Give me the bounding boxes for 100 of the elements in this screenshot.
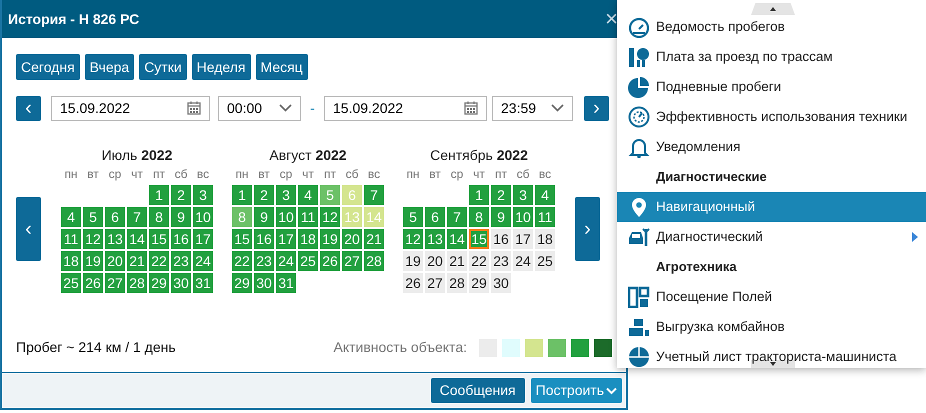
calendar-day[interactable]: 3 — [193, 185, 213, 205]
calendar-day[interactable]: 30 — [491, 273, 511, 293]
calendar-day[interactable]: 12 — [83, 229, 103, 249]
menu-item[interactable]: Уведомления — [617, 132, 926, 162]
calendar-day[interactable]: 6 — [425, 207, 445, 227]
calendar-day[interactable]: 11 — [298, 207, 318, 227]
calendar-day[interactable]: 8 — [232, 207, 252, 227]
period-button[interactable]: Сегодня — [16, 54, 80, 80]
calendar-day[interactable]: 5 — [403, 207, 423, 227]
calendar-day[interactable]: 27 — [342, 251, 362, 271]
calendar-day[interactable]: 31 — [276, 273, 296, 293]
calendar-day[interactable]: 8 — [469, 207, 489, 227]
chevron-down-icon[interactable] — [551, 104, 564, 112]
calendar-day[interactable]: 6 — [105, 207, 125, 227]
calendar-day[interactable]: 16 — [254, 229, 274, 249]
calendar-day[interactable]: 12 — [320, 207, 340, 227]
calendar-day[interactable]: 25 — [535, 251, 555, 271]
calendar-day[interactable]: 28 — [127, 273, 147, 293]
calendar-day[interactable]: 25 — [61, 273, 81, 293]
calendar-day[interactable]: 9 — [491, 207, 511, 227]
chevron-down-icon[interactable] — [279, 104, 292, 112]
menu-item[interactable]: Ведомость пробегов — [617, 12, 926, 42]
calendar-day[interactable]: 5 — [320, 185, 340, 205]
calendar-day[interactable]: 29 — [232, 273, 252, 293]
calendar-day[interactable]: 19 — [83, 251, 103, 271]
period-button[interactable]: Месяц — [256, 54, 308, 80]
calendar-day[interactable]: 26 — [320, 251, 340, 271]
calendar-day[interactable]: 22 — [149, 251, 169, 271]
calendar-day[interactable]: 4 — [61, 207, 81, 227]
calendar-day[interactable]: 15 — [469, 229, 489, 249]
calendar-day[interactable]: 1 — [232, 185, 252, 205]
menu-item[interactable]: Навигационный — [617, 192, 926, 222]
calendar-day[interactable]: 22 — [469, 251, 489, 271]
calendar-icon[interactable] — [187, 101, 201, 115]
menu-item[interactable]: Плата за проезд по трассам — [617, 42, 926, 72]
menu-item[interactable]: Посещение Полей — [617, 282, 926, 312]
calendar-day[interactable]: 21 — [127, 251, 147, 271]
calendar-day[interactable]: 17 — [513, 229, 533, 249]
calendar-day[interactable]: 11 — [535, 207, 555, 227]
calendar-day[interactable]: 27 — [425, 273, 445, 293]
calendar-day[interactable]: 21 — [364, 229, 384, 249]
calendar-day[interactable]: 20 — [105, 251, 125, 271]
next-month-button[interactable]: › — [575, 197, 600, 261]
menu-item[interactable]: Диагностический — [617, 222, 926, 252]
messages-button[interactable]: Сообщения — [430, 378, 525, 403]
calendar-day[interactable]: 16 — [171, 229, 191, 249]
calendar-day[interactable]: 23 — [254, 251, 274, 271]
time-select[interactable]: 00:00 — [218, 96, 301, 120]
calendar-day[interactable]: 27 — [105, 273, 125, 293]
time-select[interactable]: 23:59 — [492, 96, 573, 120]
calendar-day[interactable]: 19 — [403, 251, 423, 271]
calendar-day[interactable]: 31 — [193, 273, 213, 293]
calendar-day[interactable]: 24 — [193, 251, 213, 271]
calendar-day[interactable]: 2 — [171, 185, 191, 205]
calendar-day[interactable]: 8 — [149, 207, 169, 227]
date-field[interactable]: 15.09.2022 — [51, 96, 210, 120]
calendar-day[interactable]: 11 — [61, 229, 81, 249]
calendar-day[interactable]: 7 — [447, 207, 467, 227]
calendar-day[interactable]: 29 — [149, 273, 169, 293]
calendar-day[interactable]: 25 — [298, 251, 318, 271]
previous-month-button[interactable]: ‹ — [16, 197, 41, 261]
calendar-day[interactable]: 3 — [513, 185, 533, 205]
date-field[interactable]: 15.09.2022 — [324, 96, 487, 120]
calendar-day[interactable]: 24 — [276, 251, 296, 271]
calendar-icon[interactable] — [464, 101, 478, 115]
calendar-day[interactable]: 4 — [535, 185, 555, 205]
calendar-day[interactable]: 15 — [149, 229, 169, 249]
calendar-day[interactable]: 30 — [254, 273, 274, 293]
calendar-day[interactable]: 20 — [342, 229, 362, 249]
calendar-day[interactable]: 13 — [425, 229, 445, 249]
calendar-day[interactable]: 5 — [83, 207, 103, 227]
calendar-day[interactable]: 13 — [105, 229, 125, 249]
calendar-day[interactable]: 21 — [447, 251, 467, 271]
calendar-day[interactable]: 4 — [298, 185, 318, 205]
calendar-day[interactable]: 7 — [127, 207, 147, 227]
calendar-day[interactable]: 10 — [513, 207, 533, 227]
calendar-day[interactable]: 10 — [193, 207, 213, 227]
calendar-day[interactable]: 19 — [320, 229, 340, 249]
calendar-day[interactable]: 10 — [276, 207, 296, 227]
calendar-day[interactable]: 18 — [61, 251, 81, 271]
calendar-day[interactable]: 14 — [447, 229, 467, 249]
menu-item[interactable]: Эффективность использования техники — [617, 102, 926, 132]
calendar-day[interactable]: 12 — [403, 229, 423, 249]
calendar-day[interactable]: 9 — [254, 207, 274, 227]
next-button[interactable]: › — [584, 96, 609, 120]
calendar-day[interactable]: 17 — [276, 229, 296, 249]
calendar-day[interactable]: 28 — [447, 273, 467, 293]
menu-item[interactable]: Выгрузка комбайнов — [617, 312, 926, 342]
calendar-day[interactable]: 9 — [171, 207, 191, 227]
calendar-day[interactable]: 26 — [403, 273, 423, 293]
menu-item[interactable]: Учетный лист тракториста-машиниста — [617, 342, 926, 368]
calendar-day[interactable]: 29 — [469, 273, 489, 293]
calendar-day[interactable]: 3 — [276, 185, 296, 205]
calendar-day[interactable]: 20 — [425, 251, 445, 271]
build-dropdown-button[interactable]: Построить — [530, 378, 622, 403]
calendar-day[interactable]: 15 — [232, 229, 252, 249]
period-button[interactable]: Вчера — [84, 54, 134, 80]
calendar-day[interactable]: 17 — [193, 229, 213, 249]
calendar-day[interactable]: 24 — [513, 251, 533, 271]
calendar-day[interactable]: 26 — [83, 273, 103, 293]
